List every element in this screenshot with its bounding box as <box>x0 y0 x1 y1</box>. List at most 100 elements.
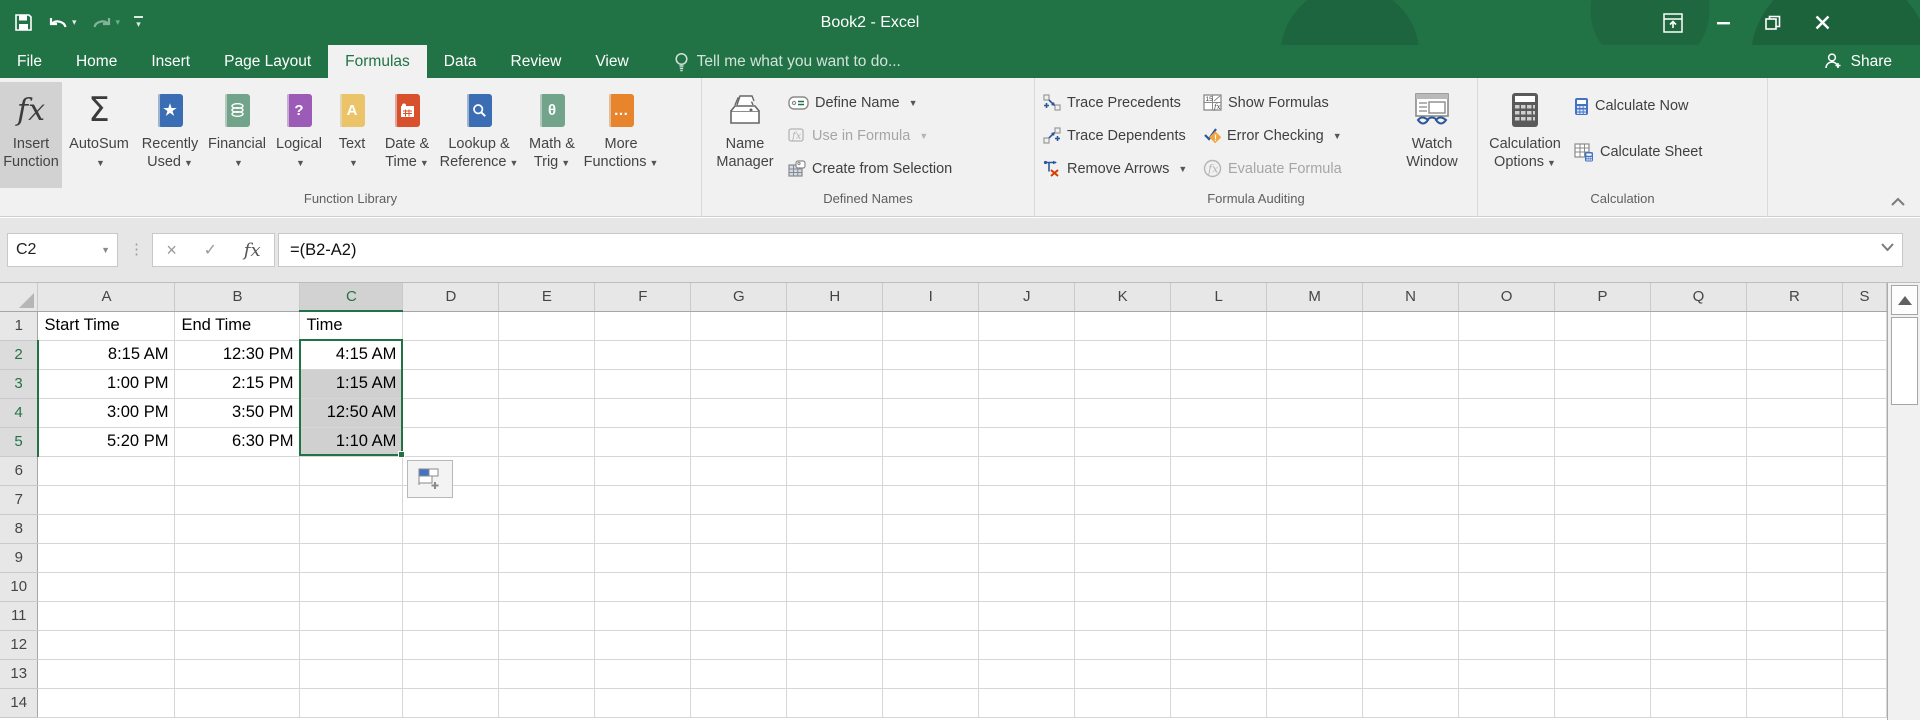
math-trig-button[interactable]: θ Math & Trig ▼ <box>520 82 584 188</box>
cell-F1[interactable] <box>594 311 692 341</box>
more-functions-button[interactable]: … More Functions ▼ <box>584 82 658 188</box>
cell-I2[interactable] <box>882 340 980 370</box>
cell-J14[interactable] <box>978 688 1076 718</box>
cell-E1[interactable] <box>498 311 596 341</box>
cell-M12[interactable] <box>1266 630 1364 660</box>
cell-L1[interactable] <box>1170 311 1268 341</box>
cell-L4[interactable] <box>1170 398 1268 428</box>
cell-F3[interactable] <box>594 369 692 399</box>
cell-F14[interactable] <box>594 688 692 718</box>
cell-B2[interactable]: 12:30 PM <box>174 340 301 370</box>
cell-B13[interactable] <box>174 659 301 689</box>
remove-arrows-button[interactable]: Remove Arrows ▼ <box>1039 152 1199 185</box>
cell-Q7[interactable] <box>1650 485 1747 515</box>
cell-A11[interactable] <box>37 601 176 631</box>
cell-Q1[interactable] <box>1650 311 1747 341</box>
cell-D2[interactable] <box>402 340 500 370</box>
cell-I7[interactable] <box>882 485 980 515</box>
select-all-button[interactable] <box>0 283 39 312</box>
cell-C3[interactable]: 1:15 AM <box>299 369 404 399</box>
tab-view[interactable]: View <box>578 45 645 78</box>
cell-F10[interactable] <box>594 572 692 602</box>
cell-L7[interactable] <box>1170 485 1268 515</box>
cell-H13[interactable] <box>786 659 884 689</box>
cell-S5[interactable] <box>1842 427 1887 457</box>
cell-M3[interactable] <box>1266 369 1364 399</box>
cell-H14[interactable] <box>786 688 884 718</box>
cell-S9[interactable] <box>1842 543 1887 573</box>
cell-A13[interactable] <box>37 659 176 689</box>
cell-R13[interactable] <box>1746 659 1843 689</box>
cell-S2[interactable] <box>1842 340 1887 370</box>
cell-P7[interactable] <box>1554 485 1652 515</box>
cell-J12[interactable] <box>978 630 1076 660</box>
cell-B3[interactable]: 2:15 PM <box>174 369 301 399</box>
cell-B14[interactable] <box>174 688 301 718</box>
cell-M2[interactable] <box>1266 340 1364 370</box>
column-header-A[interactable]: A <box>37 283 176 312</box>
cell-M6[interactable] <box>1266 456 1364 486</box>
cell-D4[interactable] <box>402 398 500 428</box>
cell-D9[interactable] <box>402 543 500 573</box>
cell-F11[interactable] <box>594 601 692 631</box>
cell-A9[interactable] <box>37 543 176 573</box>
cell-N11[interactable] <box>1362 601 1460 631</box>
cell-G9[interactable] <box>690 543 788 573</box>
column-header-I[interactable]: I <box>882 283 980 312</box>
cell-C7[interactable] <box>299 485 404 515</box>
date-time-button[interactable]: Date & Time ▼ <box>376 82 438 188</box>
cell-B4[interactable]: 3:50 PM <box>174 398 301 428</box>
column-header-F[interactable]: F <box>594 283 692 312</box>
error-checking-button[interactable]: ! Error Checking ▼ <box>1199 119 1371 152</box>
cell-J6[interactable] <box>978 456 1076 486</box>
row-header-11[interactable]: 11 <box>0 601 39 631</box>
cell-A3[interactable]: 1:00 PM <box>37 369 176 399</box>
cell-I3[interactable] <box>882 369 980 399</box>
cell-L5[interactable] <box>1170 427 1268 457</box>
trace-precedents-button[interactable]: Trace Precedents <box>1039 86 1199 119</box>
cell-F5[interactable] <box>594 427 692 457</box>
cell-P1[interactable] <box>1554 311 1652 341</box>
column-header-O[interactable]: O <box>1458 283 1556 312</box>
tab-review[interactable]: Review <box>494 45 579 78</box>
cell-B5[interactable]: 6:30 PM <box>174 427 301 457</box>
cell-K5[interactable] <box>1074 427 1172 457</box>
cell-A7[interactable] <box>37 485 176 515</box>
cell-P13[interactable] <box>1554 659 1652 689</box>
cell-Q14[interactable] <box>1650 688 1747 718</box>
row-header-5[interactable]: 5 <box>0 427 39 457</box>
cell-M10[interactable] <box>1266 572 1364 602</box>
name-box[interactable]: C2 ▼ <box>7 233 118 267</box>
column-header-L[interactable]: L <box>1170 283 1268 312</box>
evaluate-formula-button[interactable]: fx Evaluate Formula <box>1199 152 1371 185</box>
cell-R9[interactable] <box>1746 543 1843 573</box>
cell-P5[interactable] <box>1554 427 1652 457</box>
row-header-1[interactable]: 1 <box>0 311 39 341</box>
redo-button[interactable]: ▾ <box>91 14 120 32</box>
cell-H10[interactable] <box>786 572 884 602</box>
column-header-R[interactable]: R <box>1746 283 1843 312</box>
cell-J10[interactable] <box>978 572 1076 602</box>
cell-H8[interactable] <box>786 514 884 544</box>
cell-D8[interactable] <box>402 514 500 544</box>
cell-E10[interactable] <box>498 572 596 602</box>
cell-G2[interactable] <box>690 340 788 370</box>
restore-button[interactable] <box>1765 15 1781 31</box>
cell-S3[interactable] <box>1842 369 1887 399</box>
cell-I14[interactable] <box>882 688 980 718</box>
cell-C1[interactable]: Time <box>299 311 404 341</box>
cell-G12[interactable] <box>690 630 788 660</box>
cell-P14[interactable] <box>1554 688 1652 718</box>
cell-K14[interactable] <box>1074 688 1172 718</box>
cell-M14[interactable] <box>1266 688 1364 718</box>
calculate-now-button[interactable]: Calculate Now <box>1570 86 1706 126</box>
formula-bar-splitter[interactable]: ⋮ <box>129 240 144 258</box>
cell-I1[interactable] <box>882 311 980 341</box>
cell-G4[interactable] <box>690 398 788 428</box>
cell-S7[interactable] <box>1842 485 1887 515</box>
cell-E2[interactable] <box>498 340 596 370</box>
cell-A4[interactable]: 3:00 PM <box>37 398 176 428</box>
logical-button[interactable]: ? Logical ▼ <box>270 82 328 188</box>
cell-L2[interactable] <box>1170 340 1268 370</box>
tab-home[interactable]: Home <box>59 45 134 78</box>
